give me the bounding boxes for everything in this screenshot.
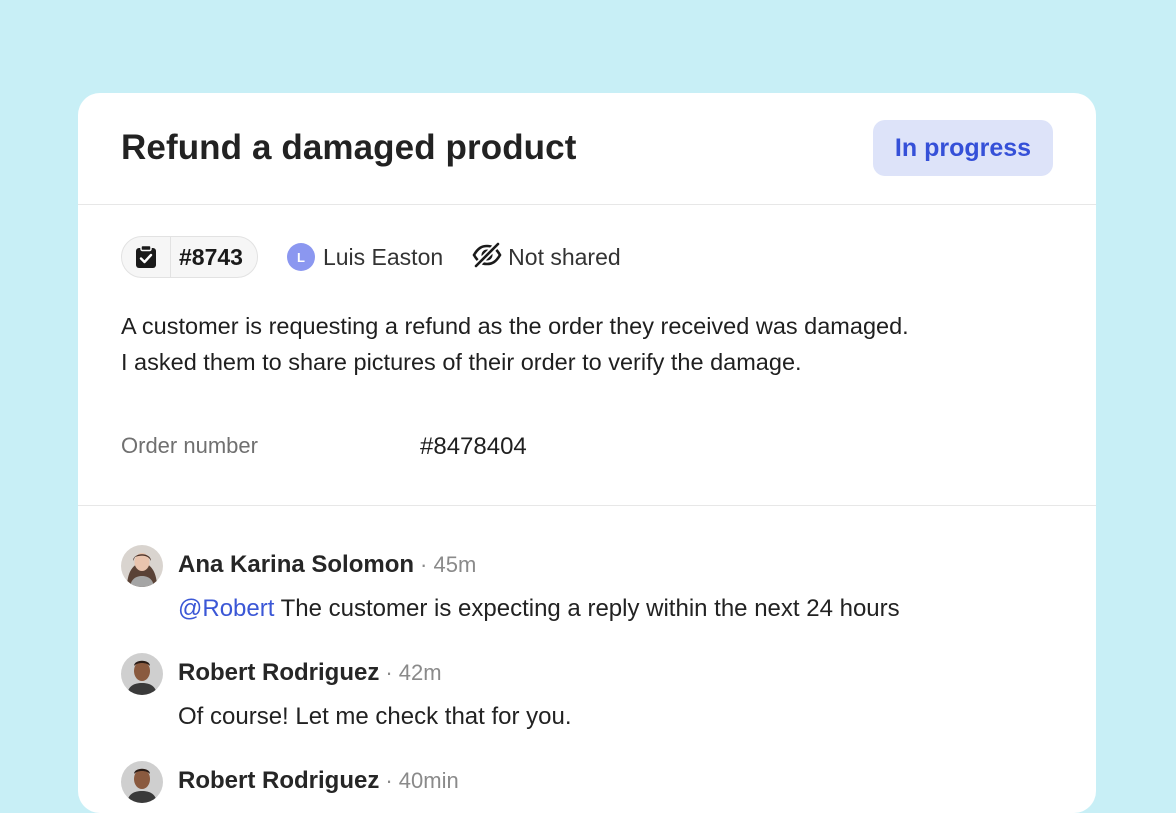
avatar — [121, 653, 163, 695]
comment-text: Of course! Let me check that for you. — [178, 703, 572, 730]
comment-time: · 45m — [420, 552, 477, 577]
divider — [78, 505, 1096, 506]
comment-author: Robert Rodriguez · 40min — [178, 767, 459, 795]
avatar — [121, 545, 163, 587]
ticket-description: A customer is requesting a refund as the… — [121, 308, 1071, 380]
ticket-meta-row: #8743 L Luis Easton Not shared — [121, 236, 621, 278]
comment-text: The customer is expecting a reply within… — [274, 595, 900, 622]
description-line: I asked them to share pictures of their … — [121, 349, 802, 375]
clipboard-check-icon — [122, 237, 171, 277]
ticket-title: Refund a damaged product — [121, 128, 577, 167]
comment-author-name[interactable]: Robert Rodriguez — [178, 659, 379, 686]
order-number-value: #8478404 — [420, 433, 527, 460]
assignee[interactable]: L Luis Easton — [286, 243, 444, 271]
status-badge[interactable]: In progress — [873, 120, 1053, 176]
comment-time: · 40min — [385, 768, 459, 793]
comment-author: Robert Rodriguez · 42m — [178, 659, 442, 687]
comment-author-name[interactable]: Robert Rodriguez — [178, 767, 379, 794]
assignee-avatar: L — [286, 243, 315, 271]
description-line: A customer is requesting a refund as the… — [121, 313, 909, 339]
comment-time: · 42m — [385, 660, 442, 685]
order-number-label: Order number — [121, 433, 258, 458]
assignee-name: Luis Easton — [322, 243, 444, 270]
sharing-label: Not shared — [508, 243, 621, 270]
mention-link[interactable]: @Robert — [178, 595, 274, 622]
avatar — [121, 761, 163, 803]
eye-off-icon — [472, 241, 502, 273]
comment-author: Ana Karina Solomon · 45m — [178, 551, 476, 579]
ticket-number: #8743 — [179, 243, 243, 270]
sharing-status[interactable]: Not shared — [472, 241, 621, 273]
comment-body: Of course! Let me check that for you. — [178, 703, 572, 731]
comment-author-name[interactable]: Ana Karina Solomon — [178, 551, 414, 578]
ticket-card: Refund a damaged product In progress #87… — [78, 93, 1096, 813]
comment-body: @Robert The customer is expecting a repl… — [178, 595, 900, 623]
ticket-id-chip[interactable]: #8743 — [121, 236, 258, 278]
ticket-header: Refund a damaged product In progress — [78, 93, 1096, 205]
